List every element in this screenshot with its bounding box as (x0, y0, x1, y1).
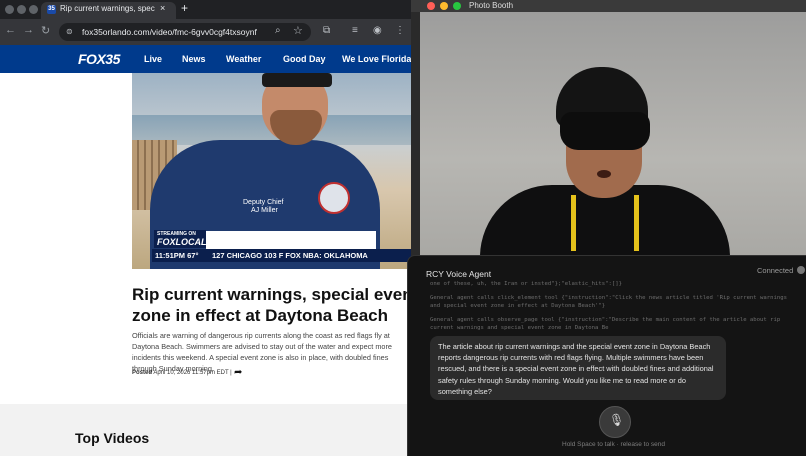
agent-title: RCY Voice Agent (426, 269, 492, 279)
nav-item-weather[interactable]: Weather (226, 54, 261, 64)
window-close-button[interactable] (5, 5, 14, 14)
article-summary: Officials are warning of dangerous rip c… (132, 331, 392, 373)
reading-list-icon[interactable]: ≡ (352, 25, 358, 36)
connection-status: Connected (757, 266, 794, 275)
pb-close-button[interactable] (427, 2, 435, 10)
reload-icon[interactable]: ↻ (41, 24, 50, 37)
log-line: General agent calls observe_page tool {"… (430, 317, 781, 331)
posted-date: Posted April 10, 2026 11:57pm EDT | (132, 370, 232, 376)
forward-icon[interactable]: → (23, 24, 34, 36)
hoodie-string-right (634, 195, 639, 251)
lower-third-bar (206, 231, 376, 249)
posted-label: Posted (132, 370, 153, 376)
new-tab-icon[interactable]: + (181, 1, 188, 15)
article-headline: Rip current warnings, special event zone… (132, 285, 419, 325)
nav-item-news[interactable]: News (182, 54, 206, 64)
section-heading-top-videos: Top Videos (75, 430, 150, 446)
pb-minimize-button[interactable] (440, 2, 448, 10)
nav-item-we-love-florida[interactable]: We Love Florida (342, 54, 411, 64)
profile-icon[interactable]: ◉ (373, 25, 382, 36)
agent-log: one of these, uh, the Iran or insted"};"… (430, 280, 790, 338)
video-person-sunglasses (262, 73, 332, 87)
extension-icon[interactable]: ⧉ (323, 25, 330, 36)
camera-person-mouth (597, 170, 611, 178)
window-zoom-button[interactable] (29, 5, 38, 14)
agent-reply-text: The article about rip current warnings a… (438, 342, 714, 396)
microphone-icon[interactable]: 🎙 (609, 413, 624, 427)
shirt-embroidery-title: Deputy Chief (243, 199, 284, 206)
camera-person-sleep-mask (560, 112, 650, 150)
fox35-logo[interactable]: FOX35 (78, 51, 120, 67)
shirt-badge-icon (318, 182, 350, 214)
nav-item-live[interactable]: Live (144, 54, 162, 64)
push-to-talk-hint: Hold Space to talk · release to send (562, 441, 665, 448)
tab-favicon-icon: 35 (47, 5, 56, 14)
browser-menu-icon[interactable]: ⋮ (395, 25, 405, 36)
ticker-time-temp: 11:51PM 67° (155, 251, 199, 260)
posted-timestamp: April 10, 2026 11:57pm EDT (153, 370, 229, 376)
site-info-icon[interactable]: ⊜ (66, 27, 73, 36)
streaming-badge-brand: FOXLOCAL (157, 237, 207, 247)
url-text[interactable]: fox35orlando.com/video/fmc-6gvv0cgf4txso… (82, 27, 257, 37)
shirt-embroidery-name: AJ Miller (251, 207, 278, 214)
status-dot-icon (797, 266, 805, 274)
back-icon[interactable]: ← (5, 24, 16, 36)
pb-zoom-button[interactable] (453, 2, 461, 10)
search-icon[interactable]: ⌕ (275, 25, 281, 36)
log-line: one of these, uh, the Iran or insted"};"… (430, 281, 622, 287)
ticker-scores: 127 CHICAGO 103 F FOX NBA: OKLAHOMA (212, 251, 368, 260)
photo-booth-title: Photo Booth (469, 1, 514, 10)
window-minimize-button[interactable] (17, 5, 26, 14)
log-line: General agent calls click_element tool {… (430, 295, 787, 309)
share-icon[interactable]: ➦ (234, 367, 242, 378)
nav-item-good-day[interactable]: Good Day (283, 54, 326, 64)
hoodie-string-left (571, 195, 576, 251)
tab-title: Rip current warnings, special (60, 4, 155, 13)
bookmark-star-icon[interactable]: ☆ (293, 24, 303, 37)
tab-close-icon[interactable]: × (160, 3, 165, 13)
